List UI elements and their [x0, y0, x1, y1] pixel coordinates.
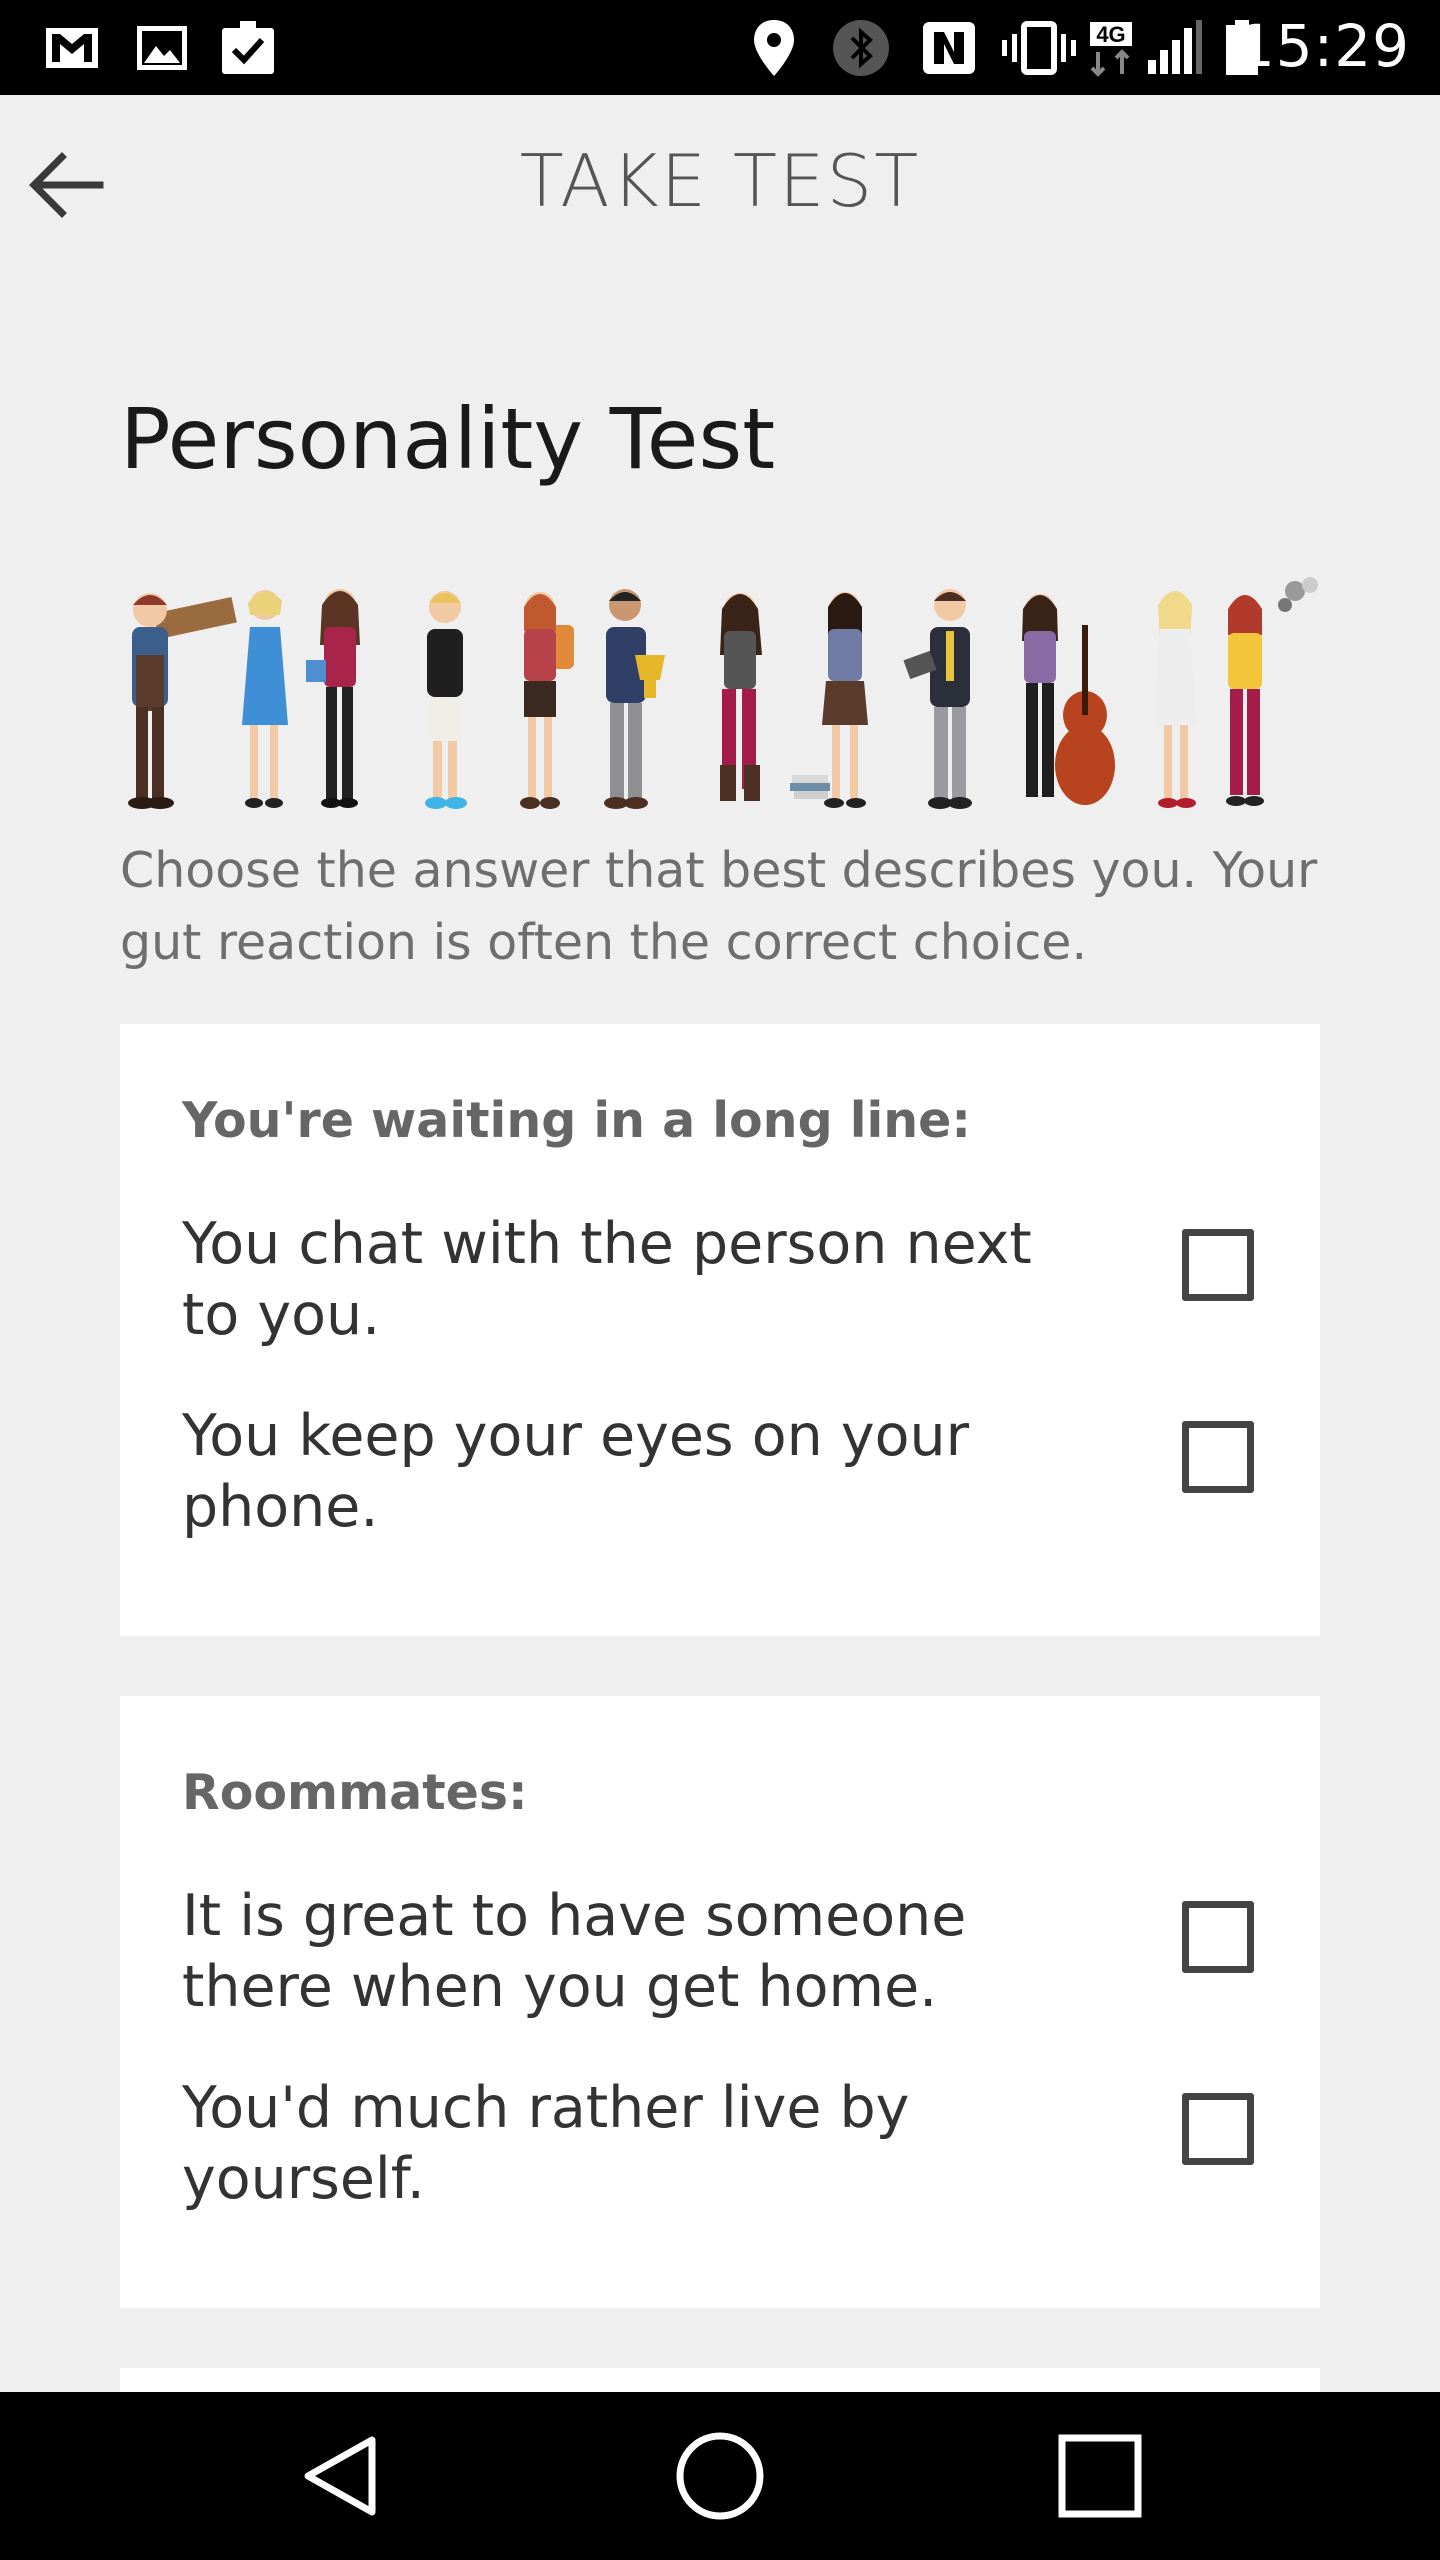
gmail-icon	[46, 28, 98, 68]
question-card: Roommates: It is great to have someone t…	[120, 1696, 1320, 2308]
answer-text: It is great to have someone there when y…	[182, 1883, 967, 2020]
person-figure	[720, 593, 762, 801]
person-figure	[242, 590, 288, 808]
answer-option[interactable]: You'd much rather live by yourself.	[182, 2073, 1262, 2223]
person-figure	[128, 593, 237, 809]
gallery-icon	[137, 26, 187, 70]
answer-option[interactable]: You chat with the person next to you.	[182, 1209, 1262, 1359]
page-title: Personality Test	[120, 390, 776, 488]
person-figure	[903, 589, 972, 809]
signal-icon	[1148, 20, 1202, 74]
answer-text: You chat with the person next to you.	[182, 1211, 1032, 1348]
person-figure	[425, 591, 467, 809]
nav-home-icon[interactable]	[670, 2426, 770, 2526]
app-title: TAKE TEST	[519, 139, 921, 223]
status-time: 15:29	[1237, 12, 1410, 80]
nav-recents-icon[interactable]	[1050, 2426, 1150, 2526]
answer-checkbox[interactable]	[1182, 1229, 1254, 1301]
svg-text:4G: 4G	[1096, 22, 1125, 47]
person-figure	[520, 592, 574, 809]
answer-checkbox[interactable]	[1182, 1421, 1254, 1493]
question-text: You're waiting in a long line:	[182, 1092, 972, 1149]
answer-text: You'd much rather live by yourself.	[182, 2075, 910, 2212]
location-icon	[754, 20, 794, 76]
instructions-text: Choose the answer that best describes yo…	[120, 842, 1318, 971]
person-figure	[790, 592, 868, 808]
answer-checkbox[interactable]	[1182, 1901, 1254, 1973]
answer-text: You keep your eyes on your phone.	[182, 1403, 970, 1540]
nfc-icon	[923, 22, 975, 74]
person-figure	[1226, 577, 1318, 806]
answer-checkbox[interactable]	[1182, 2093, 1254, 2165]
answer-option[interactable]: It is great to have someone there when y…	[182, 1881, 1262, 2031]
question-text: Roommates:	[182, 1764, 528, 1821]
person-figure	[1154, 591, 1196, 808]
vibrate-icon	[1002, 21, 1076, 75]
person-figure	[604, 589, 665, 809]
bluetooth-icon	[833, 20, 889, 76]
status-bar: 4G 15:29	[0, 0, 1440, 95]
answer-option[interactable]: You keep your eyes on your phone.	[182, 1401, 1262, 1551]
app-bar: TAKE TEST	[0, 95, 1440, 270]
person-figure	[1022, 594, 1115, 805]
navigation-bar	[0, 2392, 1440, 2560]
nav-back-icon[interactable]	[290, 2426, 390, 2526]
person-figure	[306, 589, 360, 808]
4g-icon: 4G	[1090, 22, 1132, 77]
question-card: You're waiting in a long line: You chat …	[120, 1024, 1320, 1636]
people-illustration	[128, 577, 1318, 809]
clipboard-check-icon	[222, 21, 274, 74]
